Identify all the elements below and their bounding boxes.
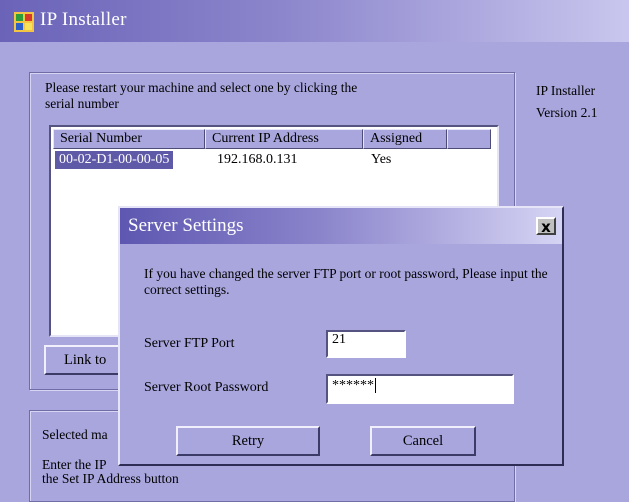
window-title: IP Installer [40,9,127,30]
close-icon[interactable]: x [536,217,556,235]
text-caret [375,378,376,394]
cancel-button[interactable]: Cancel [370,426,476,456]
app-icon [14,12,34,32]
dialog-title-bar: Server Settings x [120,208,562,244]
retry-button[interactable]: Retry [176,426,320,456]
column-assigned[interactable]: Assigned [363,129,447,149]
dialog-title: Server Settings [128,215,244,236]
ftp-port-value: 21 [332,332,346,347]
close-glyph: x [541,218,551,236]
ftp-port-label: Server FTP Port [144,336,235,351]
title-bar: IP Installer [0,0,629,42]
version-panel: IP Installer Version 2.1 [536,80,598,124]
instructions-text: Please restart your machine and select o… [45,80,358,111]
row-current-ip[interactable]: 192.168.0.131 [217,151,298,169]
version-number: Version 2.1 [536,105,598,120]
row-serial-number[interactable]: 00-02-D1-00-00-05 [55,151,174,169]
ftp-port-input[interactable]: 21 [326,330,406,358]
server-settings-dialog: Server Settings x If you have changed th… [118,206,564,466]
column-current-ip[interactable]: Current IP Address [205,129,363,149]
root-password-value: ****** [332,378,374,393]
table-row[interactable]: 00-02-D1-00-00-05 192.168.0.131 Yes [53,151,495,170]
root-password-input[interactable]: ****** [326,374,514,404]
column-serial-number[interactable]: Serial Number [53,129,205,149]
row-assigned[interactable]: Yes [371,151,391,169]
selected-group-label: Selected ma [42,427,108,442]
column-filler [447,129,491,149]
version-app-name: IP Installer [536,83,596,98]
dialog-message: If you have changed the server FTP port … [144,266,548,297]
list-header: Serial Number Current IP Address Assigne… [53,129,495,149]
selected-group-text-line2: the Set IP Address button [42,471,179,486]
root-password-label: Server Root Password [144,380,269,395]
